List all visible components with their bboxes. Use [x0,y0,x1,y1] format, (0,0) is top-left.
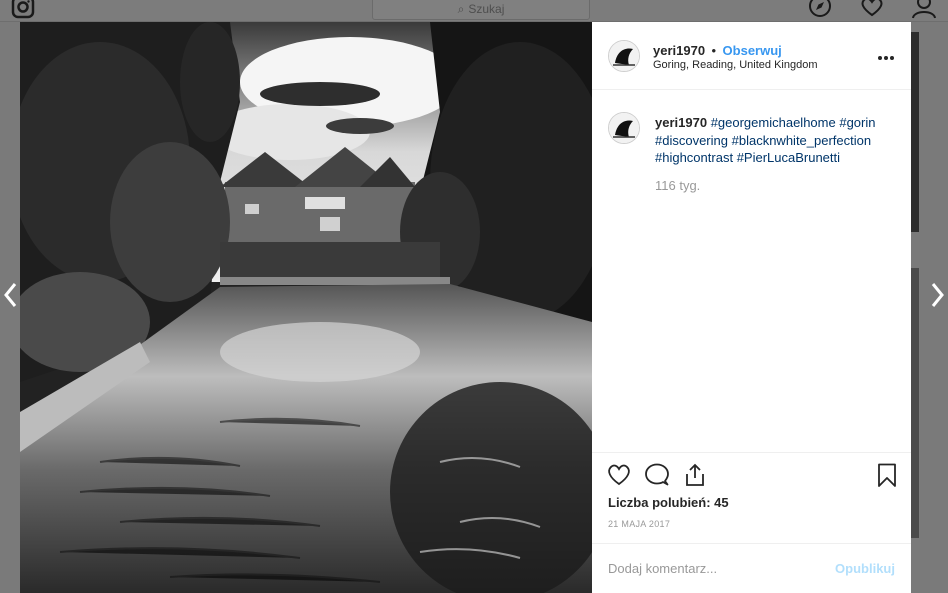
share-icon[interactable] [682,462,708,488]
likes-count[interactable]: Liczba polubień: 45 [608,495,729,510]
post-author-row: yeri1970 • Obserwuj [653,42,782,60]
hashtag-link[interactable]: #PierLucaBrunetti [737,150,840,165]
search-placeholder: Szukaj [468,2,505,16]
compass-icon[interactable] [807,0,833,20]
like-heart-icon[interactable] [606,462,632,488]
hashtag-link[interactable]: #gorin [839,115,875,130]
post-date[interactable]: 21 MAJA 2017 [608,519,670,529]
post-location[interactable]: Goring, Reading, United Kingdom [653,59,817,71]
search-input[interactable]: ⌕ Szukaj [372,0,590,20]
avatar[interactable] [608,40,640,72]
comment-form: Opublikuj [592,543,911,593]
actions-divider [592,452,911,453]
instagram-icon[interactable] [11,0,35,20]
hashtag-link[interactable]: #georgemichaelhome [711,115,836,130]
background-post-image [911,32,919,232]
follow-button[interactable]: Obserwuj [723,43,782,58]
profile-icon[interactable] [911,0,937,20]
heart-icon[interactable] [859,0,885,20]
caption-username[interactable]: yeri1970 [655,115,707,130]
comment-input[interactable] [608,556,818,580]
top-navigation-bar: ⌕ Szukaj [0,0,948,22]
publish-button[interactable]: Opublikuj [835,561,895,576]
previous-arrow-icon[interactable] [1,280,21,310]
post-username[interactable]: yeri1970 [653,43,705,58]
hashtag-link[interactable]: #highcontrast [655,150,733,165]
search-icon: ⌕ [457,2,465,16]
comment-icon[interactable] [644,462,670,488]
post-caption: yeri1970 #georgemichaelhome #gorin #disc… [655,114,895,167]
post-modal: yeri1970 • Obserwuj Goring, Reading, Uni… [20,22,911,593]
bookmark-icon[interactable] [874,462,900,488]
post-header: yeri1970 • Obserwuj Goring, Reading, Uni… [592,22,911,90]
hashtag-link[interactable]: #blacknwhite_perfection [732,133,871,148]
caption-timestamp[interactable]: 116 tyg. [655,178,700,193]
hashtag-link[interactable]: #discovering [655,133,728,148]
caption-avatar[interactable] [608,112,640,144]
post-details-panel: yeri1970 • Obserwuj Goring, Reading, Uni… [592,22,911,593]
next-arrow-icon[interactable] [927,280,947,310]
post-photo[interactable] [20,22,592,593]
river-house-photo [20,22,592,593]
separator-dot: • [711,43,717,58]
more-options-icon[interactable] [877,48,895,60]
background-post-image [911,268,919,538]
